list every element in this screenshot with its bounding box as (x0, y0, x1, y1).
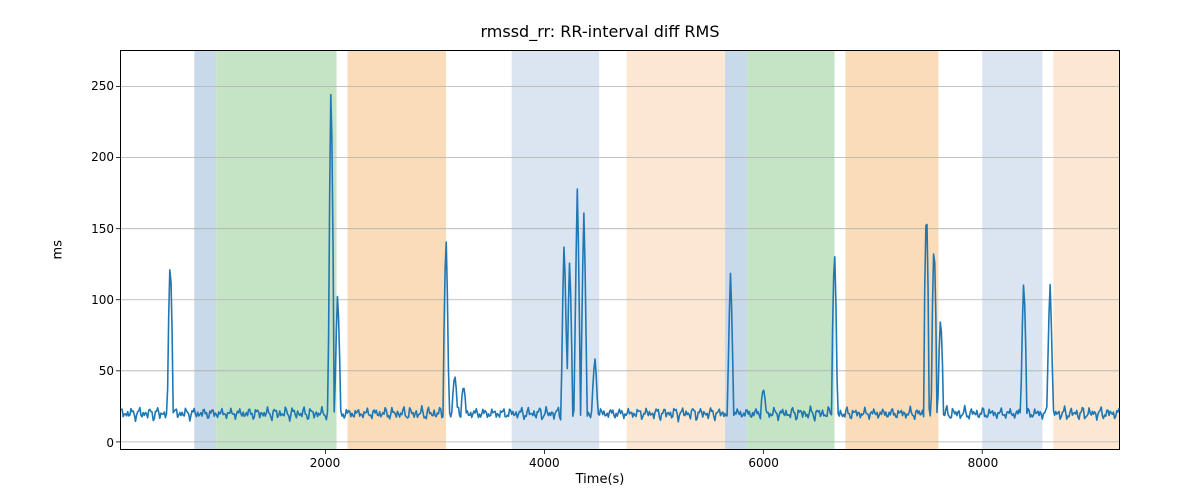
x-tick-label: 8000 (968, 456, 999, 470)
chart-title: rmssd_rr: RR-interval diff RMS (0, 22, 1200, 41)
y-axis-label: ms (51, 0, 66, 500)
span (194, 51, 216, 449)
y-tick-label: 150 (74, 222, 114, 236)
figure: rmssd_rr: RR-interval diff RMS ms Time(s… (0, 0, 1200, 500)
span (747, 51, 835, 449)
x-tick-label: 2000 (310, 456, 341, 470)
span (982, 51, 1042, 449)
span (216, 51, 336, 449)
y-tick-marks (116, 87, 121, 442)
y-tick-label: 50 (74, 364, 114, 378)
y-tick-label: 0 (74, 436, 114, 450)
span (1053, 51, 1119, 449)
y-tick-label: 250 (74, 79, 114, 93)
x-axis-label: Time(s) (0, 472, 1200, 487)
plot-svg (121, 51, 1119, 449)
span (627, 51, 725, 449)
y-tick-label: 200 (74, 150, 114, 164)
y-tick-label: 100 (74, 293, 114, 307)
x-tick-marks (326, 449, 983, 454)
x-tick-label: 6000 (748, 456, 779, 470)
axes (120, 50, 1120, 450)
x-tick-label: 4000 (529, 456, 560, 470)
span (348, 51, 446, 449)
